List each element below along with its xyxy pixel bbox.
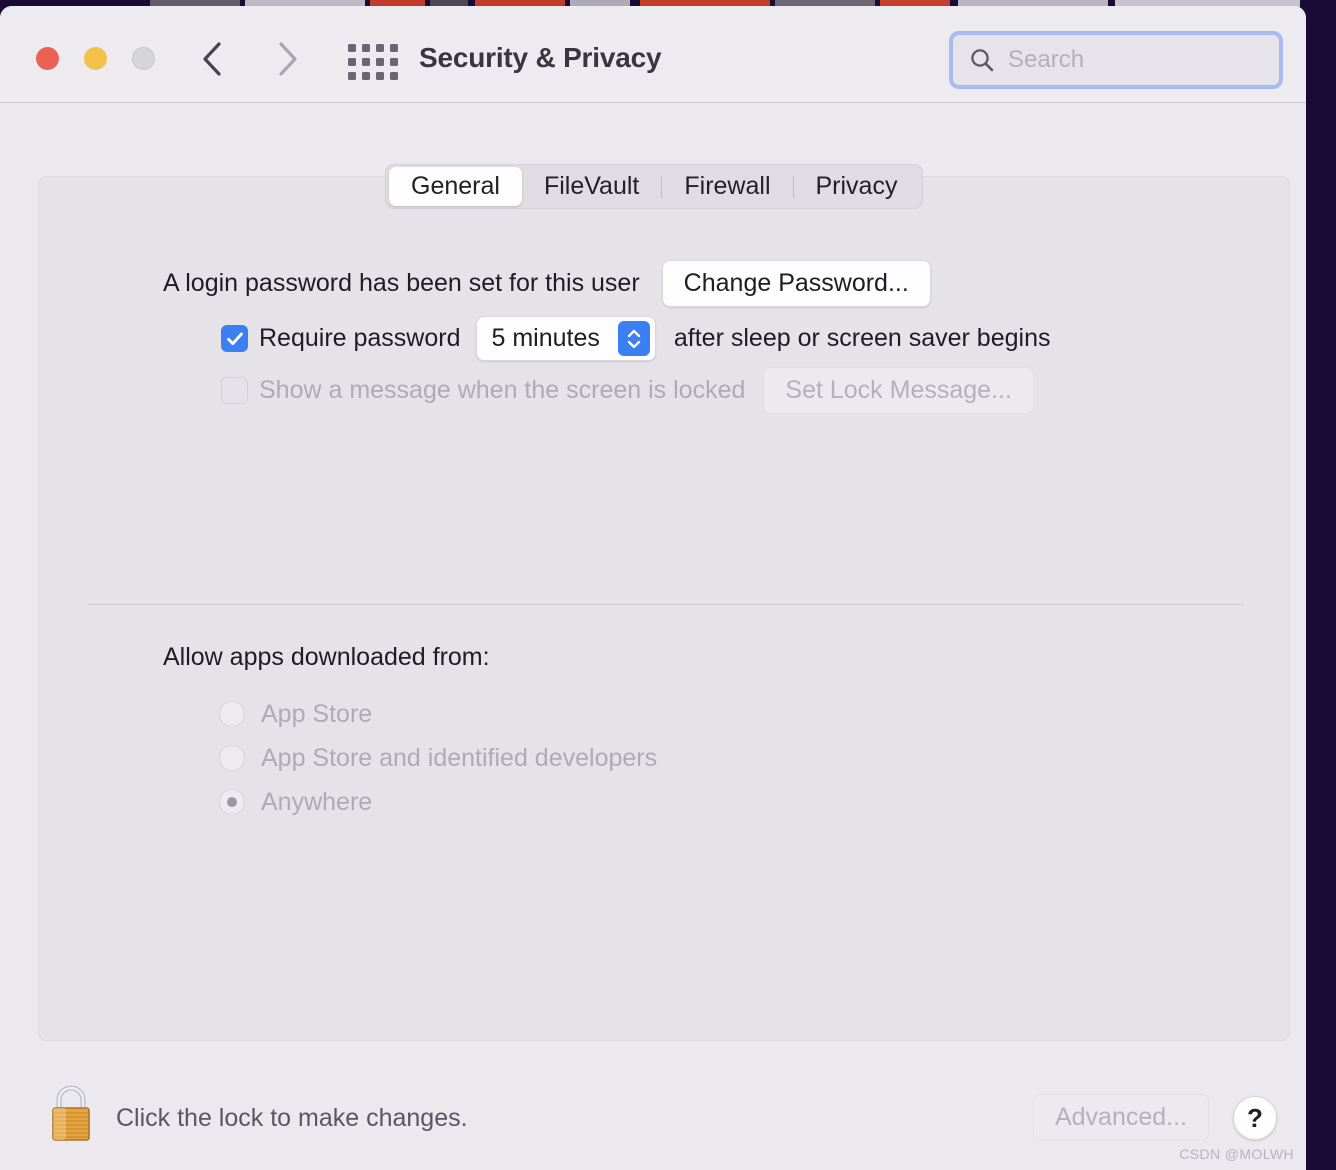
search-icon	[971, 49, 994, 72]
lock-button[interactable]	[45, 1083, 97, 1145]
radio-app-store-label: App Store	[261, 699, 373, 728]
checkmark-icon	[226, 332, 243, 345]
window-toolbar: Security & Privacy	[0, 6, 1306, 103]
page-title: Security & Privacy	[419, 42, 662, 73]
radio-identified-developers-control	[219, 745, 245, 771]
tab-filevault[interactable]: FileVault	[522, 167, 661, 206]
chevron-right-icon	[279, 42, 297, 76]
radio-app-store: App Store	[219, 692, 657, 736]
radio-identified-developers-label: App Store and identified developers	[261, 743, 658, 772]
require-password-label: Require password	[259, 324, 461, 352]
change-password-button[interactable]: Change Password...	[661, 260, 931, 307]
radio-anywhere-label: Anywhere	[261, 787, 373, 816]
forward-button[interactable]	[268, 39, 308, 79]
radio-app-store-and-identified-developers: App Store and identified developers	[219, 736, 657, 780]
tab-general-label: General	[411, 172, 500, 200]
allow-apps-title-label: Allow apps downloaded from:	[163, 643, 490, 671]
login-password-label: A login password has been set for this u…	[163, 269, 640, 297]
content-panel: General FileVault Firewall Privacy A log…	[38, 164, 1290, 1041]
require-password-delay-value: 5 minutes	[491, 324, 600, 352]
watermark: CSDN @MOLWH	[1179, 1146, 1294, 1162]
zoom-button	[132, 47, 155, 70]
tab-privacy-label: Privacy	[815, 172, 898, 200]
closed-padlock-icon	[52, 1085, 90, 1141]
radio-selected-dot	[227, 797, 237, 807]
tab-firewall[interactable]: Firewall	[662, 167, 792, 206]
close-button[interactable]	[36, 47, 59, 70]
require-password-checkbox[interactable]	[221, 325, 248, 352]
set-lock-message-button: Set Lock Message...	[763, 367, 1034, 414]
help-button[interactable]: ?	[1233, 1096, 1277, 1140]
search-field[interactable]	[949, 31, 1283, 89]
traffic-light-buttons	[36, 47, 155, 70]
advanced-button: Advanced...	[1032, 1094, 1209, 1141]
require-password-stepper[interactable]	[617, 321, 650, 356]
tab-bar: General FileVault Firewall Privacy	[385, 164, 924, 209]
show-all-grid-icon[interactable]	[348, 44, 398, 80]
stepper-up-down-icon	[627, 329, 641, 348]
question-mark-icon: ?	[1247, 1102, 1263, 1133]
security-privacy-window: Security & Privacy General FileVault Fir…	[0, 6, 1306, 1170]
lock-status-text: Click the lock to make changes.	[116, 1104, 468, 1132]
tab-filevault-label: FileVault	[543, 172, 640, 200]
minimize-button[interactable]	[84, 47, 107, 70]
require-password-suffix-label: after sleep or screen saver begins	[673, 324, 1051, 352]
lock-message-checkbox	[221, 377, 248, 404]
section-divider	[87, 604, 1244, 605]
radio-anywhere: Anywhere	[219, 780, 657, 824]
tab-privacy[interactable]: Privacy	[794, 167, 920, 206]
back-button[interactable]	[192, 39, 232, 79]
tab-firewall-label: Firewall	[684, 172, 771, 200]
tab-general[interactable]: General	[389, 167, 522, 206]
require-password-delay-popup[interactable]: 5 minutes	[475, 316, 656, 361]
login-password-row: A login password has been set for this u…	[163, 260, 931, 307]
allow-apps-title: Allow apps downloaded from:	[163, 643, 490, 672]
lock-message-label: Show a message when the screen is locked	[259, 376, 746, 404]
radio-app-store-control	[219, 701, 245, 727]
require-password-row: Require password 5 minutes after sleep o…	[221, 316, 1050, 361]
radio-anywhere-control	[219, 789, 245, 815]
search-input[interactable]	[1008, 46, 1258, 74]
lock-message-row: Show a message when the screen is locked…	[221, 367, 1034, 414]
allow-apps-radio-group: App Store App Store and identified devel…	[219, 692, 657, 824]
chevron-left-icon	[203, 42, 221, 76]
